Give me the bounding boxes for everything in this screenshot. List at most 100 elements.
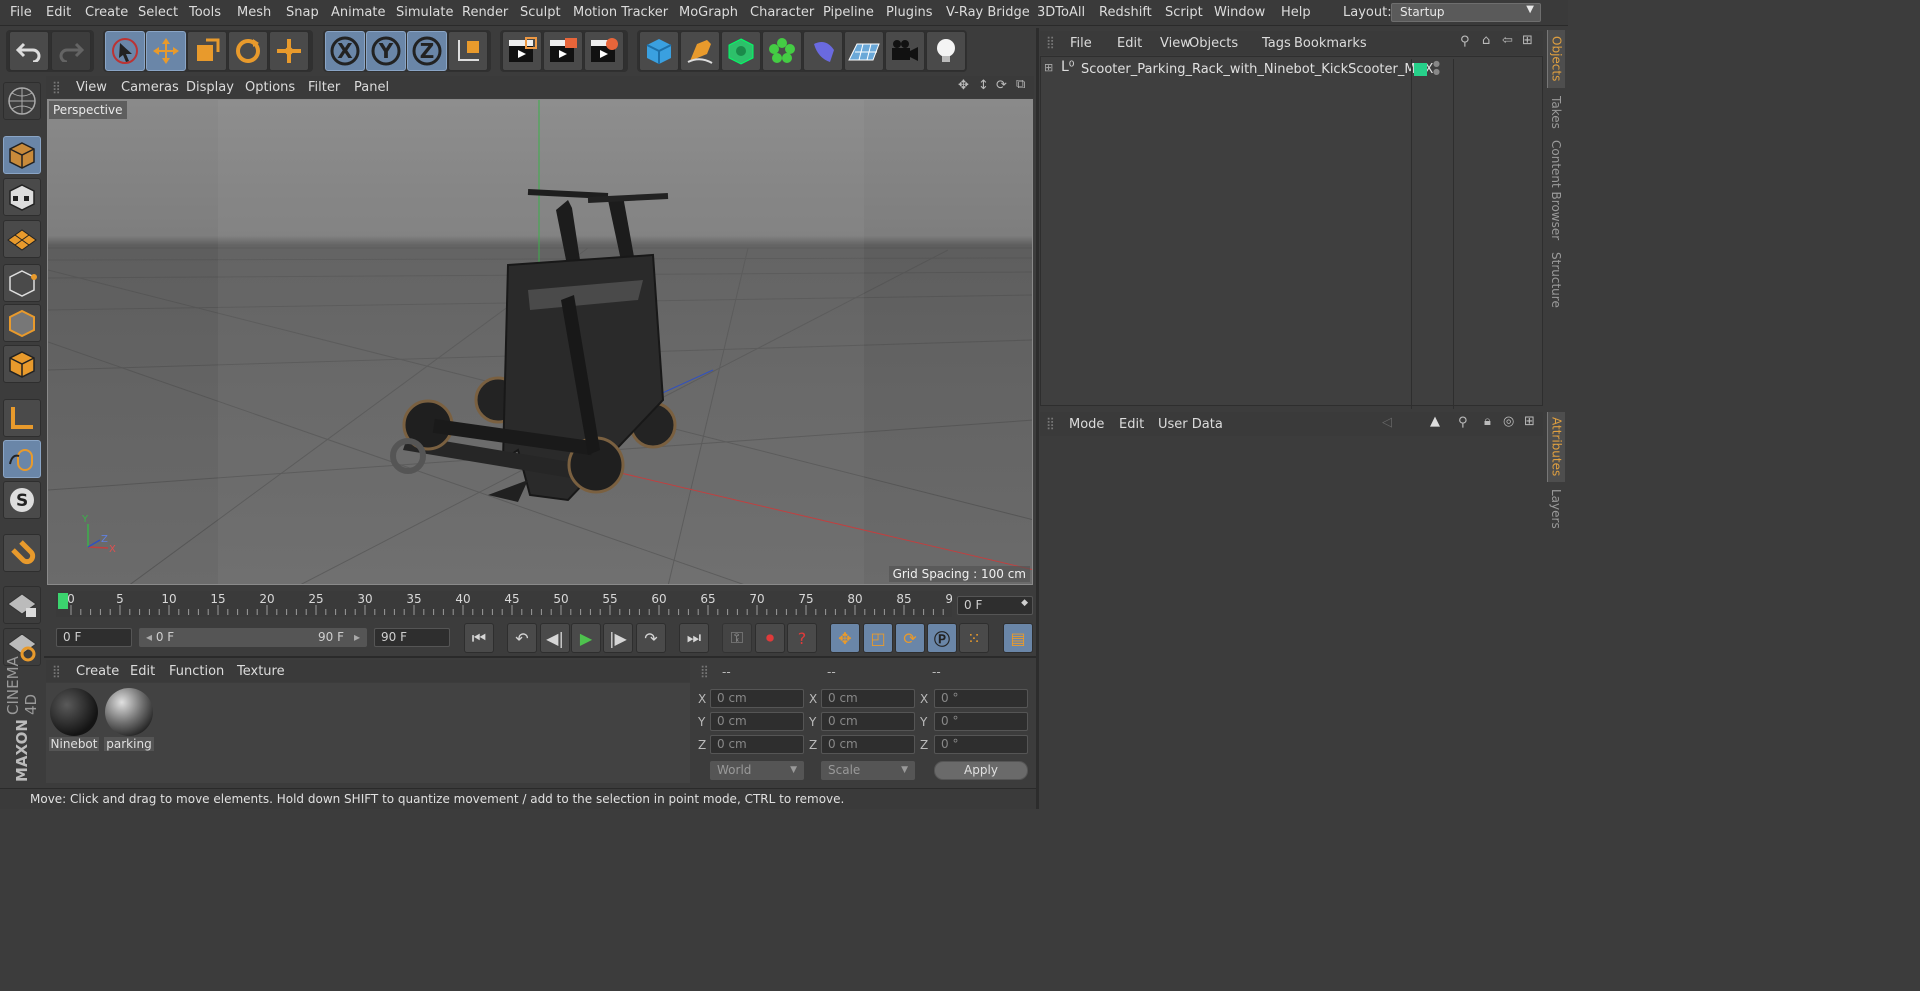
menu-3dtoall[interactable]: 3DToAll	[1037, 5, 1085, 20]
attribute-menu-user-data[interactable]: User Data	[1158, 417, 1223, 432]
camera-button[interactable]	[885, 31, 925, 71]
drag-handle-icon[interactable]: ⣿	[52, 664, 61, 678]
floor-button[interactable]	[844, 31, 884, 71]
timeline-ruler[interactable]: 0 5 10 15 20 25 30 35 40 45 50 55 60 65 70 75 80 85 90	[56, 591, 952, 617]
attribute-menu-mode[interactable]: Mode	[1069, 417, 1104, 432]
object-menu-view[interactable]: View	[1160, 36, 1191, 51]
up-arrow-icon[interactable]: ▲	[1430, 414, 1440, 429]
expand-icon[interactable]: ⊞	[1044, 61, 1053, 74]
menu-animate[interactable]: Animate	[331, 5, 385, 20]
maximize-view-icon[interactable]: ⧉	[1016, 77, 1025, 92]
menu-mograph[interactable]: MoGraph	[679, 5, 738, 20]
light-button[interactable]	[926, 31, 966, 71]
previous-key-button[interactable]: ↶	[507, 623, 537, 653]
layer-color-swatch[interactable]	[1414, 63, 1427, 76]
scale-tool-button[interactable]	[187, 31, 227, 71]
menu-character[interactable]: Character	[750, 5, 814, 20]
record-rotation-button[interactable]: ⟳	[895, 623, 925, 653]
autokeying-button[interactable]: ⏺	[755, 623, 785, 653]
end-frame-field[interactable]: 90 F	[374, 628, 450, 647]
home-icon[interactable]: ⌂	[1482, 33, 1490, 48]
position-z-field[interactable]: 0 cm	[710, 735, 804, 754]
menu-script[interactable]: Script	[1165, 5, 1203, 20]
menu-render[interactable]: Render	[462, 5, 508, 20]
live-selection-button[interactable]	[105, 31, 145, 71]
model-mode-button[interactable]	[3, 136, 41, 174]
next-key-button[interactable]: ↷	[636, 623, 666, 653]
menu-edit[interactable]: Edit	[46, 5, 71, 20]
tweak-mode-button[interactable]	[3, 440, 41, 478]
previous-frame-button[interactable]: ◀|	[540, 623, 570, 653]
new-panel-icon[interactable]: ⊞	[1524, 414, 1535, 429]
spline-pen-button[interactable]	[680, 31, 720, 71]
position-x-field[interactable]: 0 cm	[710, 689, 804, 708]
render-to-picture-viewer-button[interactable]	[543, 31, 583, 71]
tab-layers[interactable]: Layers	[1547, 486, 1565, 532]
menu-create[interactable]: Create	[85, 5, 128, 20]
deformer-button[interactable]	[803, 31, 843, 71]
position-y-field[interactable]: 0 cm	[710, 712, 804, 731]
viewport-menu-options[interactable]: Options	[245, 80, 295, 95]
size-z-field[interactable]: 0 cm	[821, 735, 915, 754]
viewport-menu-display[interactable]: Display	[186, 80, 234, 95]
viewport-menu-view[interactable]: View	[76, 80, 107, 95]
scale-mode-dropdown[interactable]: Scale ▼	[821, 761, 915, 780]
menu-mesh[interactable]: Mesh	[237, 5, 271, 20]
make-editable-button[interactable]	[3, 82, 41, 120]
menu-file[interactable]: File	[10, 5, 32, 20]
edges-mode-button[interactable]	[3, 304, 41, 342]
snapping-button[interactable]: S	[3, 481, 41, 519]
x-axis-button[interactable]: X	[325, 31, 365, 71]
viewport-menu-cameras[interactable]: Cameras	[121, 80, 179, 95]
rotation-h-field[interactable]: 0 °	[934, 689, 1028, 708]
target-icon[interactable]: ◎	[1503, 414, 1514, 429]
zoom-view-icon[interactable]: ↕	[978, 78, 989, 93]
workplane-mode-button[interactable]	[3, 220, 41, 258]
material-menu-edit[interactable]: Edit	[130, 664, 155, 679]
rotate-view-icon[interactable]: ⟳	[996, 78, 1007, 93]
object-menu-objects[interactable]: Objects	[1189, 36, 1238, 51]
material-menu-create[interactable]: Create	[76, 664, 119, 679]
points-mode-button[interactable]	[3, 264, 41, 302]
menu-motion-tracker[interactable]: Motion Tracker	[573, 5, 668, 20]
tab-structure[interactable]: Structure	[1547, 248, 1565, 312]
locked-workplane-button[interactable]	[3, 586, 41, 624]
menu-help[interactable]: Help	[1281, 5, 1311, 20]
lock-icon[interactable]: 🔒︎	[1484, 414, 1491, 429]
cube-object-button[interactable]	[639, 31, 679, 71]
z-axis-button[interactable]: Z	[407, 31, 447, 71]
attribute-menu-edit[interactable]: Edit	[1119, 417, 1144, 432]
pan-view-icon[interactable]: ✥	[958, 78, 969, 93]
object-row[interactable]: ⊞ L⁰ Scooter_Parking_Rack_with_Ninebot_K…	[1041, 59, 1542, 409]
material-menu-texture[interactable]: Texture	[237, 664, 285, 679]
material-ninebot[interactable]: Ninebot	[49, 687, 99, 753]
drag-handle-icon[interactable]: ⣿	[700, 664, 709, 678]
coordinate-mode-dropdown[interactable]: World ▼	[710, 761, 804, 780]
tab-content-browser[interactable]: Content Browser	[1547, 136, 1565, 244]
rotate-tool-button[interactable]	[228, 31, 268, 71]
menu-window[interactable]: Window	[1214, 5, 1265, 20]
back-icon[interactable]: ⇦	[1502, 33, 1513, 48]
play-button[interactable]: ▶	[571, 623, 601, 653]
object-menu-file[interactable]: File	[1070, 36, 1092, 51]
menu-pipeline[interactable]: Pipeline	[823, 5, 874, 20]
texture-mode-button[interactable]	[3, 178, 41, 216]
coordinate-system-button[interactable]	[448, 31, 488, 71]
size-x-field[interactable]: 0 cm	[821, 689, 915, 708]
current-frame-field[interactable]: 0 F ◆	[957, 596, 1033, 615]
apply-button[interactable]: Apply	[934, 761, 1028, 780]
keyframe-selection-button[interactable]: ?	[787, 623, 817, 653]
object-menu-bookmarks[interactable]: Bookmarks	[1294, 36, 1367, 51]
menu-sculpt[interactable]: Sculpt	[520, 5, 561, 20]
rotation-p-field[interactable]: 0 °	[934, 712, 1028, 731]
new-panel-icon[interactable]: ⊞	[1522, 33, 1533, 48]
polygons-mode-button[interactable]	[3, 345, 41, 383]
panel-divider[interactable]	[1036, 28, 1039, 809]
menu-simulate[interactable]: Simulate	[396, 5, 453, 20]
axis-mode-button[interactable]	[3, 399, 41, 437]
next-frame-button[interactable]: |▶	[603, 623, 633, 653]
y-axis-button[interactable]: Y	[366, 31, 406, 71]
redo-button[interactable]	[51, 31, 91, 71]
menu-select[interactable]: Select	[138, 5, 178, 20]
magnet-button[interactable]	[3, 534, 41, 572]
